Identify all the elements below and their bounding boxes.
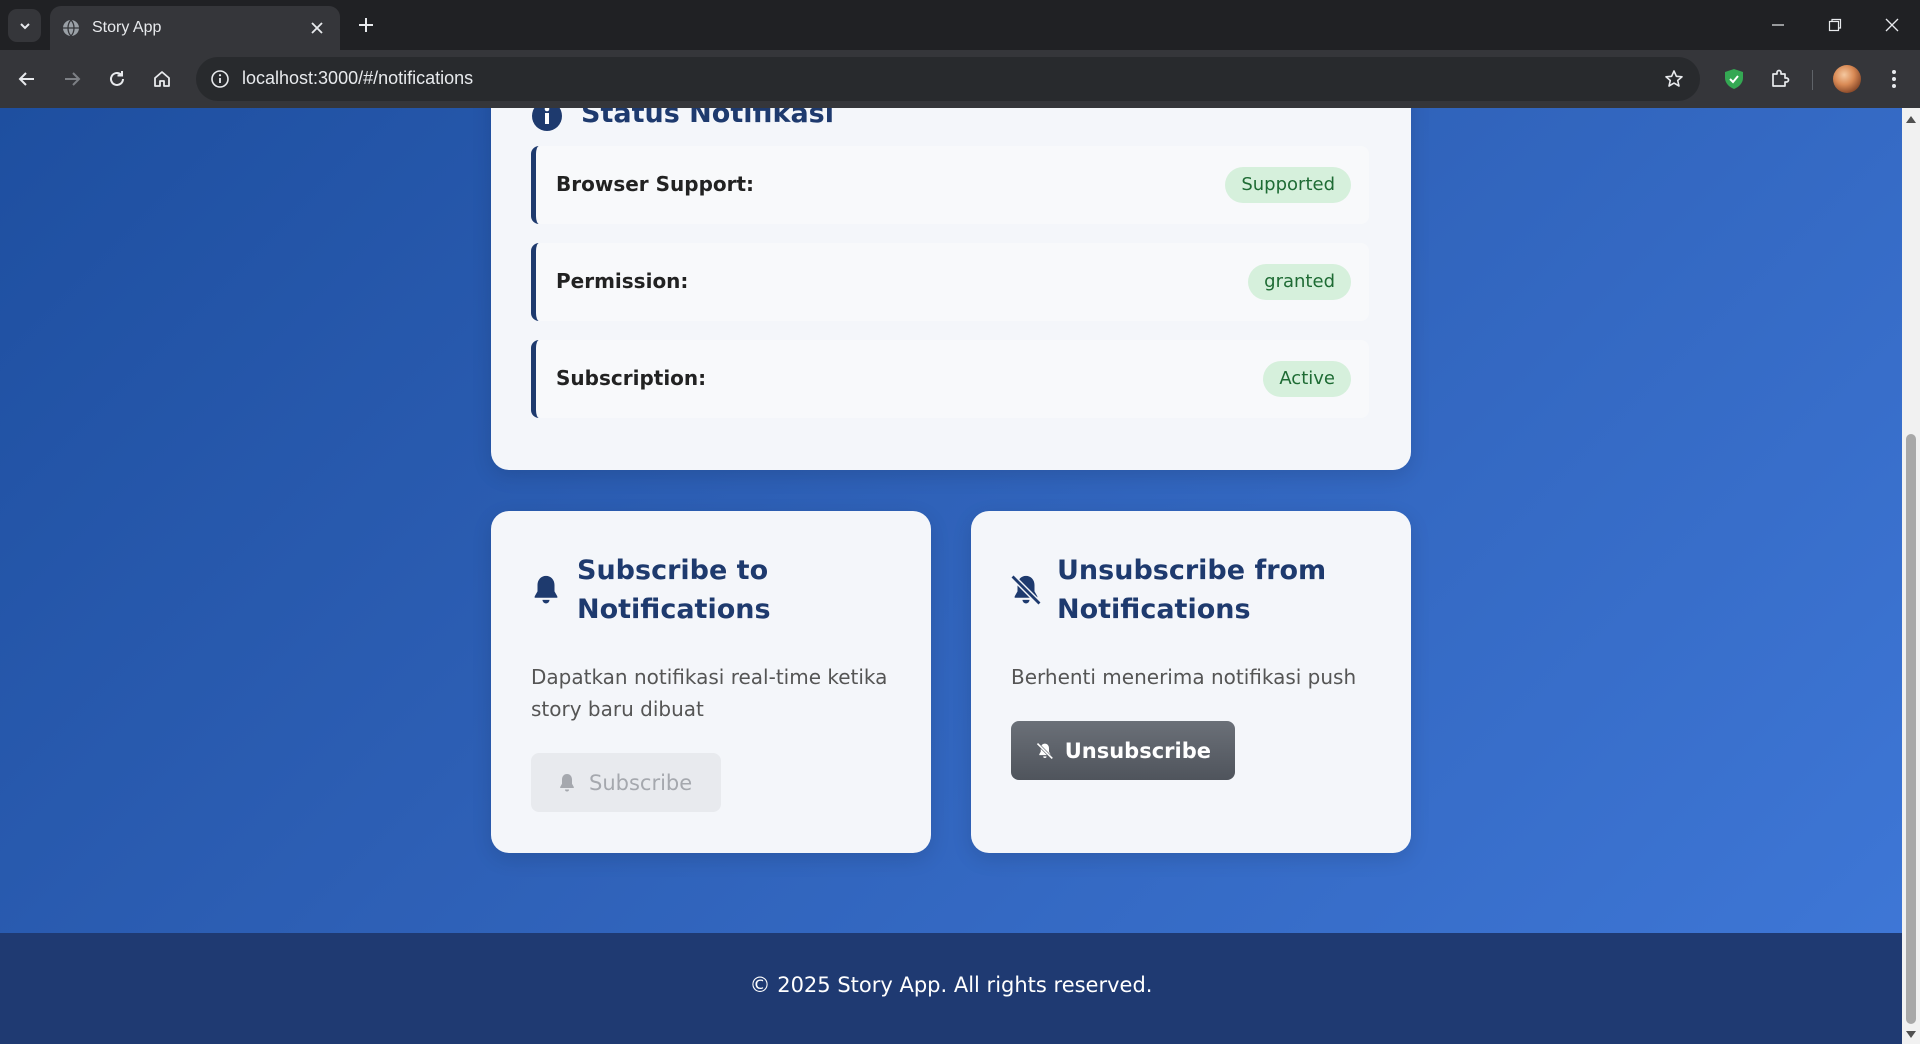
- toolbar-separator: [1812, 70, 1813, 90]
- page-viewport: Status Notifikasi Browser Support: Suppo…: [0, 108, 1902, 1044]
- footer-copyright: © 2025 Story App. All rights reserved.: [749, 973, 1153, 997]
- status-row-subscription: Subscription: Active: [531, 340, 1369, 418]
- bell-slash-icon: [1036, 742, 1054, 759]
- status-label: Subscription:: [556, 366, 707, 390]
- status-label: Browser Support:: [556, 172, 755, 196]
- tab-search-button[interactable]: [8, 9, 41, 42]
- forward-button[interactable]: [56, 63, 88, 95]
- unsubscribe-card: Unsubscribe from Notifications Berhenti …: [971, 511, 1411, 853]
- status-label: Permission:: [556, 269, 689, 293]
- minimize-icon: [1771, 24, 1784, 26]
- status-badge: Active: [1263, 361, 1351, 397]
- subscribe-button-label: Subscribe: [589, 770, 693, 795]
- status-badge: Supported: [1225, 167, 1351, 203]
- bell-slash-icon: [1010, 574, 1042, 606]
- status-row-permission: Permission: granted: [531, 243, 1369, 321]
- arrow-left-icon: [18, 72, 34, 86]
- subscribe-description: Dapatkan notifikasi real-time ketika sto…: [531, 665, 888, 721]
- reload-button[interactable]: [101, 63, 133, 95]
- reload-icon: [110, 71, 124, 86]
- star-icon: [1665, 70, 1683, 87]
- minimize-button[interactable]: [1749, 0, 1806, 50]
- globe-icon: [63, 19, 79, 37]
- page-scrollbar[interactable]: [1902, 108, 1920, 1044]
- puzzle-icon: [1772, 69, 1790, 87]
- status-title: Status Notifikasi: [581, 108, 834, 129]
- info-circle-icon: [532, 108, 562, 131]
- unsubscribe-button-label: Unsubscribe: [1064, 738, 1211, 763]
- site-info-button[interactable]: [206, 65, 234, 93]
- close-icon: [1885, 18, 1898, 32]
- restore-icon: [1828, 18, 1841, 32]
- more-vertical-icon: [1892, 70, 1896, 88]
- browser-menu-button[interactable]: [1878, 63, 1910, 95]
- plus-icon: [359, 18, 373, 32]
- unsubscribe-title: Unsubscribe from Notifications: [1057, 555, 1327, 625]
- scrollbar-thumb[interactable]: [1906, 434, 1916, 1024]
- status-card: Status Notifikasi Browser Support: Suppo…: [491, 108, 1411, 470]
- close-icon[interactable]: [306, 17, 328, 39]
- bell-icon: [534, 575, 558, 604]
- bookmark-button[interactable]: [1660, 65, 1688, 93]
- chevron-down-icon: [19, 22, 30, 29]
- home-icon: [154, 71, 170, 87]
- unsubscribe-button[interactable]: Unsubscribe: [1011, 721, 1235, 780]
- status-row-browser-support: Browser Support: Supported: [531, 146, 1369, 224]
- shield-icon: [1725, 69, 1743, 89]
- page-footer: © 2025 Story App. All rights reserved.: [0, 933, 1902, 1044]
- arrow-right-icon: [65, 72, 81, 86]
- extension-shield-button[interactable]: [1718, 63, 1750, 95]
- home-button[interactable]: [146, 63, 178, 95]
- back-button[interactable]: [11, 63, 43, 95]
- status-badge: granted: [1248, 264, 1351, 300]
- restore-button[interactable]: [1806, 0, 1863, 50]
- new-tab-button[interactable]: [352, 11, 380, 39]
- url-text[interactable]: localhost:3000/#/notifications: [242, 68, 473, 89]
- extensions-button[interactable]: [1764, 63, 1796, 95]
- subscribe-title: Subscribe to Notifications: [577, 555, 771, 625]
- bell-icon: [560, 773, 574, 791]
- unsubscribe-description: Berhenti menerima notifikasi push: [1011, 665, 1357, 689]
- scroll-up-arrow[interactable]: [1906, 116, 1916, 123]
- tab-title: Story App: [92, 19, 162, 36]
- close-window-button[interactable]: [1863, 0, 1920, 50]
- tab-bar: Story App: [0, 0, 1920, 50]
- profile-avatar[interactable]: [1833, 65, 1861, 93]
- browser-toolbar: localhost:3000/#/notifications: [0, 50, 1920, 108]
- subscribe-button[interactable]: Subscribe: [531, 753, 721, 812]
- info-circle-icon: [211, 70, 229, 88]
- address-bar[interactable]: localhost:3000/#/notifications: [196, 57, 1700, 101]
- scroll-down-arrow[interactable]: [1906, 1031, 1916, 1038]
- browser-tab[interactable]: Story App: [50, 6, 340, 50]
